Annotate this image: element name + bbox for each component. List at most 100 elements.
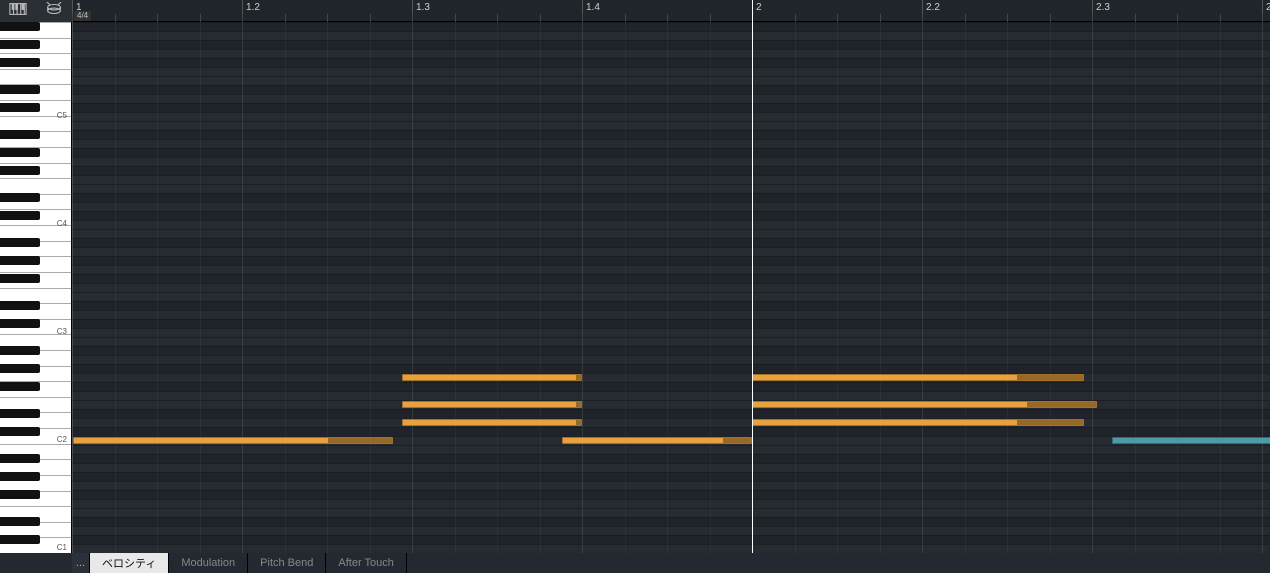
black-key[interactable] bbox=[0, 40, 40, 49]
lane-tab[interactable]: Pitch Bend bbox=[248, 553, 326, 573]
black-key[interactable] bbox=[0, 382, 40, 391]
midi-note[interactable] bbox=[752, 419, 1084, 426]
grid-row bbox=[72, 112, 1270, 121]
grid-row bbox=[72, 22, 1270, 31]
grid-row bbox=[72, 256, 1270, 265]
grid-row bbox=[72, 220, 1270, 229]
grid-row bbox=[72, 31, 1270, 40]
grid-row bbox=[72, 229, 1270, 238]
piano-view-icon[interactable] bbox=[9, 2, 27, 21]
lane-tab[interactable]: After Touch bbox=[326, 553, 406, 573]
grid-row bbox=[72, 283, 1270, 292]
black-key[interactable] bbox=[0, 130, 40, 139]
midi-note[interactable] bbox=[402, 401, 582, 408]
ruler-label: 1.4 bbox=[582, 2, 600, 13]
black-key[interactable] bbox=[0, 472, 40, 481]
ruler-label: 1.3 bbox=[412, 2, 430, 13]
grid-row bbox=[72, 544, 1270, 553]
grid-row bbox=[72, 85, 1270, 94]
grid-row bbox=[72, 454, 1270, 463]
grid-row bbox=[72, 364, 1270, 373]
grid-row bbox=[72, 445, 1270, 454]
grid-row bbox=[72, 391, 1270, 400]
grid-row bbox=[72, 301, 1270, 310]
time-signature: 4/4 bbox=[74, 11, 91, 21]
grid-row bbox=[72, 193, 1270, 202]
black-key[interactable] bbox=[0, 274, 40, 283]
timeline-ruler[interactable]: 4/4 11.21.31.422.22.32.4 bbox=[72, 0, 1270, 22]
grid-row bbox=[72, 418, 1270, 427]
grid-row bbox=[72, 58, 1270, 67]
midi-note[interactable] bbox=[1112, 437, 1270, 444]
grid-row bbox=[72, 238, 1270, 247]
black-key[interactable] bbox=[0, 148, 40, 157]
grid-row bbox=[72, 472, 1270, 481]
grid-row bbox=[72, 274, 1270, 283]
grid-row bbox=[72, 211, 1270, 220]
grid-row bbox=[72, 355, 1270, 364]
black-key[interactable] bbox=[0, 193, 40, 202]
ruler-label: 2 bbox=[752, 2, 762, 13]
drum-view-icon[interactable] bbox=[45, 2, 63, 21]
black-key[interactable] bbox=[0, 409, 40, 418]
black-key[interactable] bbox=[0, 238, 40, 247]
lane-gutter bbox=[0, 553, 72, 573]
grid-row bbox=[72, 328, 1270, 337]
black-key[interactable] bbox=[0, 535, 40, 544]
grid-row bbox=[72, 526, 1270, 535]
note-grid[interactable] bbox=[72, 22, 1270, 553]
black-key[interactable] bbox=[0, 427, 40, 436]
white-key[interactable] bbox=[0, 116, 71, 132]
midi-note[interactable] bbox=[73, 437, 393, 444]
lane-tab[interactable]: Modulation bbox=[169, 553, 248, 573]
black-key[interactable] bbox=[0, 211, 40, 220]
grid-row bbox=[72, 40, 1270, 49]
grid-row bbox=[72, 202, 1270, 211]
white-key[interactable] bbox=[0, 69, 71, 85]
grid-row bbox=[72, 427, 1270, 436]
piano-keyboard[interactable]: C5C4C3C2C1 bbox=[0, 22, 72, 553]
midi-note[interactable] bbox=[752, 401, 1097, 408]
black-key[interactable] bbox=[0, 103, 40, 112]
white-key[interactable] bbox=[0, 178, 71, 194]
midi-note[interactable] bbox=[402, 419, 582, 426]
grid-row bbox=[72, 382, 1270, 391]
grid-row bbox=[72, 184, 1270, 193]
black-key[interactable] bbox=[0, 58, 40, 67]
grid-row bbox=[72, 337, 1270, 346]
midi-note[interactable] bbox=[402, 374, 582, 381]
black-key[interactable] bbox=[0, 301, 40, 310]
black-key[interactable] bbox=[0, 256, 40, 265]
black-key[interactable] bbox=[0, 166, 40, 175]
black-key[interactable] bbox=[0, 85, 40, 94]
black-key[interactable] bbox=[0, 517, 40, 526]
automation-lane-tabs: ... ベロシティModulationPitch BendAfter Touch bbox=[72, 553, 1270, 573]
ruler-label: 2.2 bbox=[922, 2, 940, 13]
grid-row bbox=[72, 310, 1270, 319]
grid-row bbox=[72, 76, 1270, 85]
grid-row bbox=[72, 49, 1270, 58]
lane-more-button[interactable]: ... bbox=[72, 553, 90, 573]
black-key[interactable] bbox=[0, 319, 40, 328]
view-mode-toggle bbox=[0, 0, 72, 22]
grid-row bbox=[72, 130, 1270, 139]
midi-note[interactable] bbox=[752, 374, 1084, 381]
lane-tab[interactable]: ベロシティ bbox=[90, 553, 169, 573]
ruler-label: 1.2 bbox=[242, 2, 260, 13]
black-key[interactable] bbox=[0, 346, 40, 355]
grid-row bbox=[72, 319, 1270, 328]
piano-roll-editor: { "tools": { "piano_icon": "piano-icon",… bbox=[0, 0, 1270, 573]
grid-row bbox=[72, 265, 1270, 274]
black-key[interactable] bbox=[0, 454, 40, 463]
grid-row bbox=[72, 121, 1270, 130]
grid-row bbox=[72, 481, 1270, 490]
black-key[interactable] bbox=[0, 364, 40, 373]
black-key[interactable] bbox=[0, 490, 40, 499]
midi-note[interactable] bbox=[562, 437, 752, 444]
grid-row bbox=[72, 409, 1270, 418]
grid-row bbox=[72, 508, 1270, 517]
grid-row bbox=[72, 373, 1270, 382]
grid-row bbox=[72, 463, 1270, 472]
black-key[interactable] bbox=[0, 22, 40, 31]
grid-row bbox=[72, 175, 1270, 184]
